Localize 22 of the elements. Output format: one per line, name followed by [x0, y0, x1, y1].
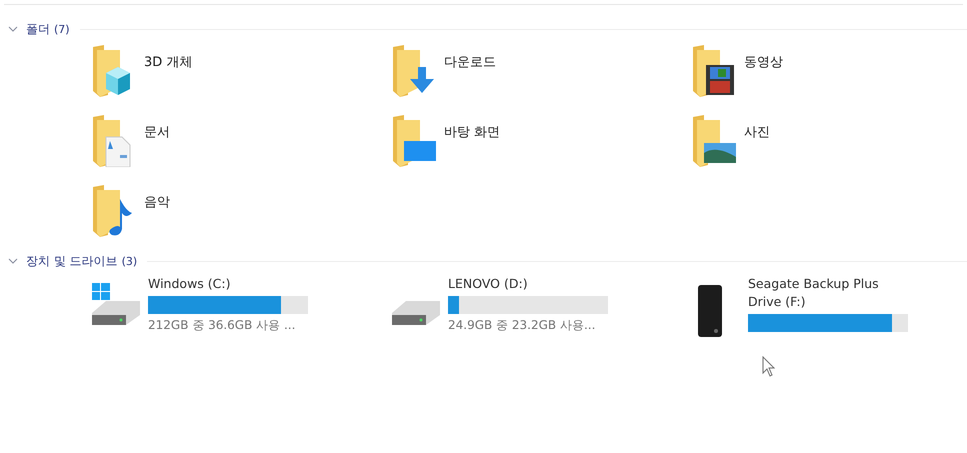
- folder-name[interactable]: 문서: [144, 115, 170, 167]
- chevron-icon[interactable]: [8, 26, 18, 32]
- drive-usage: 24.9GB 중 23.2GB 사용...: [448, 317, 596, 334]
- folder-name[interactable]: 동영상: [744, 45, 783, 97]
- folder-name[interactable]: 사진: [744, 115, 770, 167]
- drive-usage: 212GB 중 36.6GB 사용 ...: [148, 317, 296, 334]
- cursor-icon: [762, 356, 776, 378]
- section-count: (7): [54, 22, 70, 36]
- folder-name[interactable]: 3D 개체: [144, 45, 192, 97]
- windows-drive-icon[interactable]: [90, 283, 142, 327]
- chevron-icon[interactable]: [8, 258, 18, 264]
- folder-name[interactable]: 음악: [144, 185, 170, 237]
- section-count: (3): [122, 254, 138, 268]
- photo-folder-icon[interactable]: [690, 115, 738, 167]
- section-title[interactable]: 장치 및 드라이브: [26, 252, 118, 270]
- drive-name[interactable]: Windows (C:): [148, 275, 310, 293]
- folder-name[interactable]: 바탕 화면: [444, 115, 500, 167]
- drive-name[interactable]: LENOVO (D:): [448, 275, 610, 293]
- section-title[interactable]: 폴더: [26, 20, 50, 38]
- drive-name[interactable]: Seagate Backup Plus Drive (F:): [748, 275, 910, 311]
- desktop-folder-icon[interactable]: [390, 115, 438, 167]
- folder-name[interactable]: 다운로드: [444, 45, 496, 97]
